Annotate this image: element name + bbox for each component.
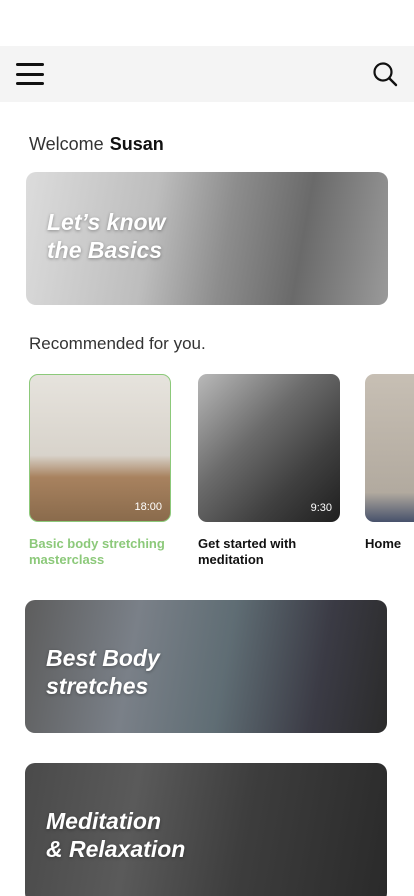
best-body-stretches-banner[interactable]: Best Body stretches <box>25 600 387 733</box>
welcome-label: Welcome <box>29 134 104 154</box>
card-thumbnail <box>365 374 414 522</box>
duration-label: 18:00 <box>134 501 162 513</box>
welcome-greeting: Welcome Susan <box>29 134 164 155</box>
status-bar <box>0 0 414 46</box>
recommended-card[interactable]: 9:30 Get started with meditation <box>198 374 340 568</box>
hamburger-menu-icon[interactable] <box>16 63 44 85</box>
search-icon[interactable] <box>372 61 398 87</box>
duration-label: 9:30 <box>310 502 332 514</box>
card-title: Basic body stretching masterclass <box>29 536 165 567</box>
basics-banner[interactable]: Let’s know the Basics <box>26 172 388 305</box>
banner-title: Let’s know the Basics <box>47 209 166 263</box>
meditation-relaxation-banner[interactable]: Meditation & Relaxation <box>25 763 387 896</box>
recommended-card[interactable]: 18:00 Basic body stretching masterclass <box>29 374 171 568</box>
card-title: Get started with meditation <box>198 536 297 567</box>
card-title: Home <box>365 536 402 551</box>
banner-title: Meditation & Relaxation <box>46 808 186 862</box>
app-bar <box>0 46 414 102</box>
card-thumbnail: 18:00 <box>29 374 171 522</box>
section-title-recommended: Recommended for you. <box>29 334 206 353</box>
user-name: Susan <box>109 134 164 154</box>
card-thumbnail: 9:30 <box>198 374 340 522</box>
recommended-card[interactable]: Home <box>365 374 414 552</box>
banner-title: Best Body stretches <box>46 645 160 699</box>
